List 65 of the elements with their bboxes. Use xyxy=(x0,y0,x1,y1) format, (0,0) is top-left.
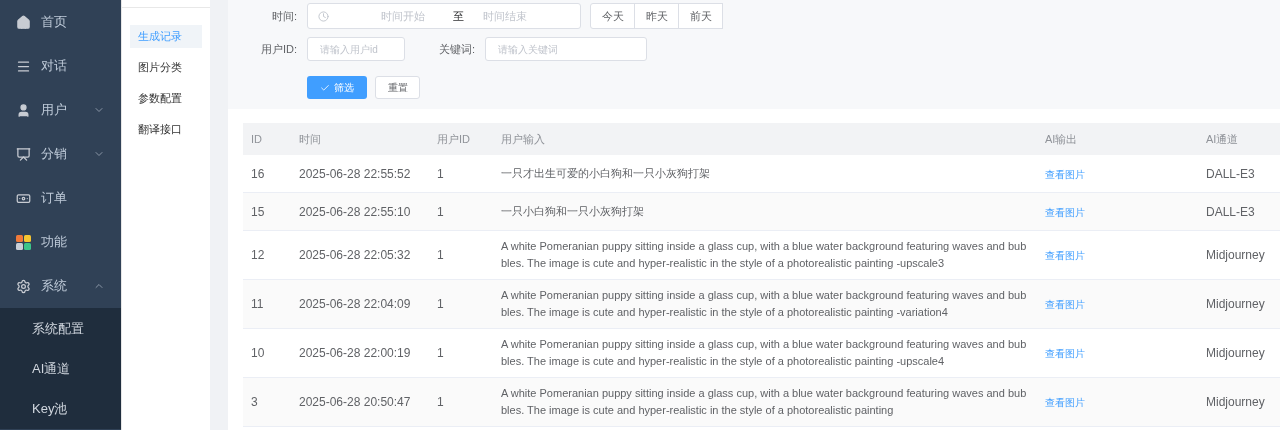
range-separator: 至 xyxy=(451,8,465,24)
menu-item[interactable]: 参数配置 xyxy=(130,87,202,110)
table-cell-text: 1 xyxy=(436,394,445,411)
user-icon xyxy=(16,102,31,118)
table-cell-text: 11 xyxy=(250,296,265,313)
user-id-label: 用户ID: xyxy=(259,41,298,57)
menu-item[interactable]: 图片分类 xyxy=(130,56,202,79)
submenu-item[interactable]: Key池 xyxy=(0,389,121,429)
table-cell-text: Midjourney xyxy=(1205,296,1266,313)
table-cell-text: 3 xyxy=(250,394,259,411)
sidebar-item[interactable]: 分销 xyxy=(0,132,121,176)
column-header: 用户输入 xyxy=(500,131,546,147)
home-icon xyxy=(16,14,31,30)
submenu-item[interactable]: 系统配置 xyxy=(0,309,121,349)
table-cell-text: 1 xyxy=(436,247,445,264)
table-cell-text: 2025-06-28 22:05:32 xyxy=(298,247,412,264)
check-icon xyxy=(320,82,330,93)
quick-date-button[interactable]: 前天 xyxy=(678,3,723,29)
sidebar-item[interactable]: 订单 xyxy=(0,176,121,220)
table-cell-text: 12 xyxy=(250,247,266,264)
table-cell-text: 15 xyxy=(250,203,266,221)
table-cell-text: 1 xyxy=(436,165,445,183)
column-header: 用户ID xyxy=(436,131,471,147)
sidebar-item[interactable]: 首页 xyxy=(0,0,121,44)
column-header: AI输出 xyxy=(1044,131,1079,147)
table-cell-text: Midjourney xyxy=(1205,394,1266,411)
table-cell-text: 2025-06-28 22:04:09 xyxy=(298,296,412,313)
sidebar-item[interactable]: 功能 xyxy=(0,220,121,264)
table-cell-text: 16 xyxy=(250,165,266,183)
quick-date-button[interactable]: 今天 xyxy=(590,3,635,29)
keyword-label: 关键词: xyxy=(437,41,476,57)
column-header: ID xyxy=(250,131,263,147)
table-cell-text: 10 xyxy=(250,345,266,362)
app-grid-icon xyxy=(16,234,31,250)
table-cell-text: 2025-06-28 22:00:19 xyxy=(298,345,412,362)
submenu-item[interactable]: AI通道 xyxy=(0,349,121,389)
clock-icon xyxy=(318,10,329,22)
table-cell-text: DALL-E3 xyxy=(1205,165,1256,183)
column-header: AI通道 xyxy=(1205,131,1240,147)
table-cell-text: 一只小白狗和一只小灰狗打架 xyxy=(501,204,645,219)
menu-item[interactable]: 翻译接口 xyxy=(130,118,202,141)
reset-button[interactable]: 重置 xyxy=(375,76,420,99)
table-cell-text: 2025-06-28 22:55:52 xyxy=(298,165,412,183)
quick-date-button[interactable]: 昨天 xyxy=(634,3,679,29)
column-header: 时间 xyxy=(298,131,322,147)
table-cell-text: 1 xyxy=(436,203,445,221)
table-cell-text: A white Pomeranian puppy sitting inside a glass cup, with a blue water background featuring waves and bubbles. The image is cute and hyper-realistic in the style of a photorealistic painting -upscale4 xyxy=(501,337,1027,369)
table-cell-text: A white Pomeranian puppy sitting inside a glass cup, with a blue water background featuring waves and bubbles. The image is cute and hyper-realistic in the style of a photorealistic painting -upscale3 xyxy=(501,239,1027,271)
settings-icon xyxy=(16,278,31,294)
table-cell-text: 一只才出生可爱的小白狗和一只小灰狗打架 xyxy=(501,166,711,181)
sidebar-item[interactable]: 对话 xyxy=(0,44,121,88)
table-cell-text: A white Pomeranian puppy sitting inside a glass cup, with a blue water background featuring waves and bubbles. The image is cute and hyper-realistic in the style of a photorealistic painting -variation4 xyxy=(501,288,1027,320)
table-cell-text: DALL-E3 xyxy=(1205,203,1256,221)
sidebar-item[interactable]: 用户 xyxy=(0,88,121,132)
sidebar-item[interactable]: 系统 xyxy=(0,264,121,308)
table-cell-text: 2025-06-28 20:50:47 xyxy=(298,394,412,411)
table-cell-text: Midjourney xyxy=(1205,247,1266,264)
table-cell-text: 2025-06-28 22:55:10 xyxy=(298,203,412,221)
table-cell-text: Midjourney xyxy=(1205,345,1266,362)
time-label: 时间: xyxy=(270,8,298,24)
menu-icon xyxy=(16,58,31,74)
table-cell-text: A white Pomeranian puppy sitting inside a glass cup, with a blue water background featuring waves and bubbles. The image is cute and hyper-realistic in the style of a photorealistic painting xyxy=(501,386,1027,418)
screen-icon xyxy=(16,146,31,162)
table-cell-text: 1 xyxy=(436,296,445,313)
table-cell-text: 1 xyxy=(436,345,445,362)
